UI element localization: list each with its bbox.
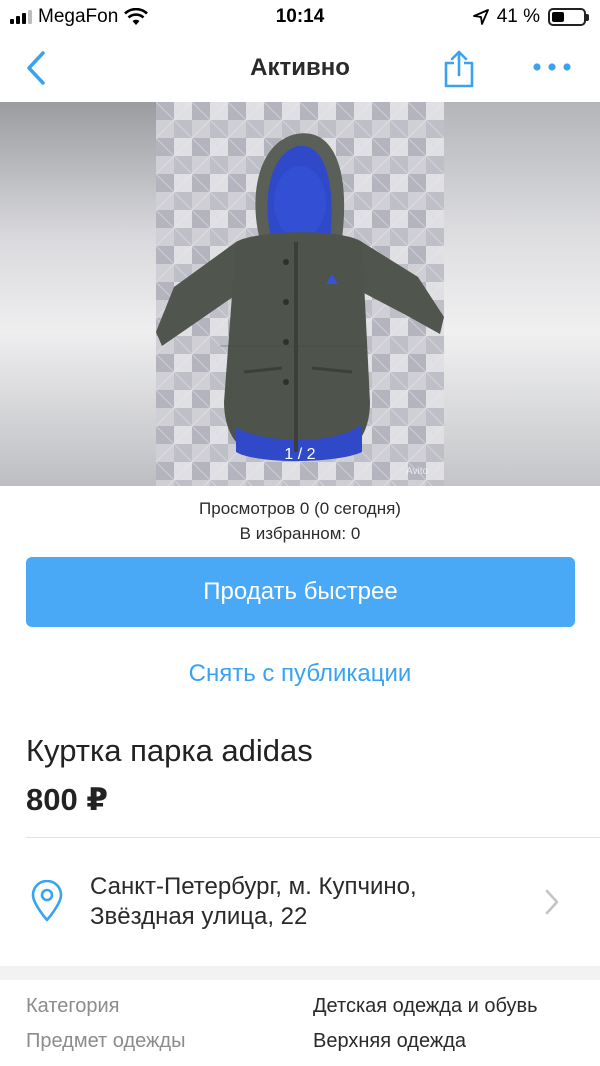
more-icon <box>533 63 571 71</box>
param-row-category: Категория Детская одежда и обувь <box>0 995 600 1031</box>
photo-counter: 1 / 2 <box>284 446 316 463</box>
item-price: 800 ₽ <box>26 782 108 817</box>
gallery-blur-left <box>0 102 156 486</box>
nav-bar: Активно <box>0 36 600 102</box>
listing-photo[interactable] <box>156 102 444 486</box>
section-separator <box>0 966 600 980</box>
share-icon <box>444 50 474 88</box>
chevron-right-icon <box>545 889 559 915</box>
address-row[interactable]: Санкт-Петербург, м. Купчино, Звёздная ул… <box>0 838 600 966</box>
photo-watermark: Avito <box>406 466 429 477</box>
listing-stats: Просмотров 0 (0 сегодня) В избранном: 0 <box>0 496 600 546</box>
param-label: Категория <box>26 995 120 1017</box>
battery-percent: 41 % <box>496 6 540 27</box>
address-line-1: Санкт-Петербург, м. Купчино, <box>90 873 417 900</box>
views-count: Просмотров 0 (0 сегодня) <box>199 499 401 518</box>
more-button[interactable] <box>528 52 576 82</box>
unpublish-button[interactable]: Снять с публикации <box>0 660 600 688</box>
location-arrow-icon <box>472 9 489 25</box>
status-bar: MegaFon 10:14 41 % <box>0 0 600 36</box>
favorites-count: В избранном: 0 <box>239 524 361 543</box>
address-line-2: Звёздная улица, 22 <box>90 903 308 930</box>
sell-faster-button[interactable]: Продать быстрее <box>26 557 575 627</box>
param-label: Предмет одежды <box>26 1030 186 1052</box>
param-value: Верхняя одежда <box>313 1030 467 1052</box>
gallery-blur-right <box>444 102 600 486</box>
param-row-clothing-item: Предмет одежды Верхняя одежда <box>0 1030 600 1066</box>
page-title: Активно <box>250 54 350 81</box>
photo-gallery[interactable]: 1 / 2 Avito <box>0 102 600 486</box>
map-pin-icon <box>31 880 63 922</box>
share-button[interactable] <box>438 46 480 92</box>
address-text: Санкт-Петербург, м. Купчино, Звёздная ул… <box>90 872 417 932</box>
battery-icon <box>548 8 589 26</box>
item-title: Куртка парка adidas <box>26 733 313 768</box>
status-right: 41 % <box>472 6 589 28</box>
param-value: Детская одежда и обувь <box>313 995 538 1017</box>
jacket-photo <box>156 102 444 486</box>
